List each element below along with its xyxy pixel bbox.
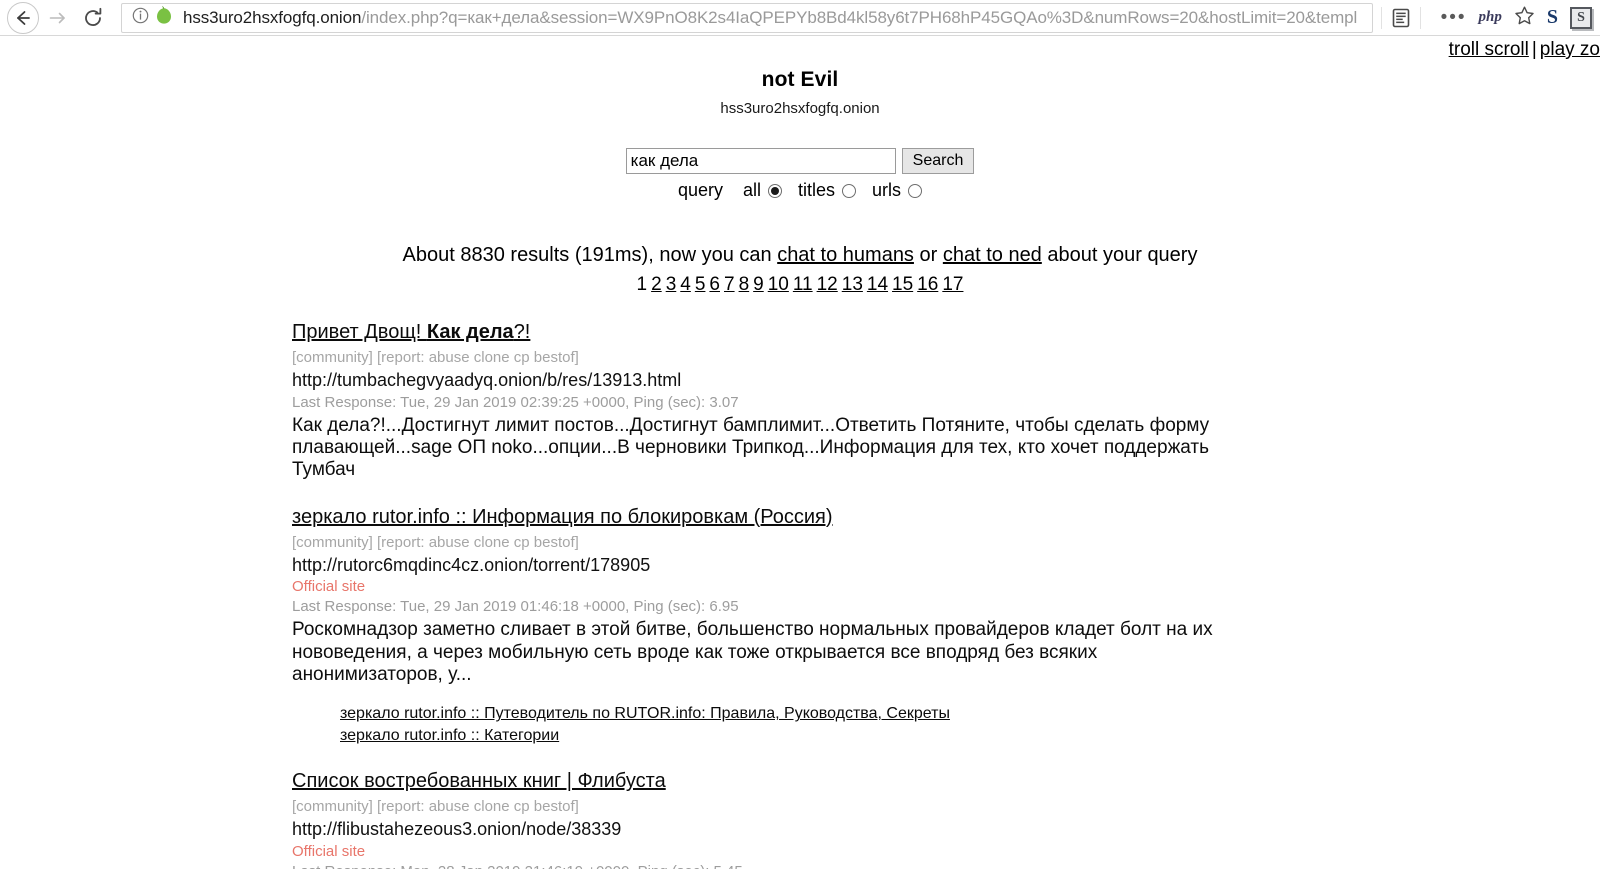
result-sublink[interactable]: зеркало rutor.info :: Путеводитель по RU… (340, 704, 1580, 724)
summary-suffix: about your query (1041, 244, 1198, 266)
star-icon (1515, 6, 1534, 24)
result-meta: Last Response: Tue, 29 Jan 2019 01:46:18… (292, 598, 739, 616)
php-extension-icon[interactable]: php (1479, 9, 1502, 26)
search-button[interactable]: Search (901, 148, 975, 174)
page-title: not Evil (761, 68, 839, 91)
result-item: Список востребованных книг | Флибуста [co… (292, 769, 1580, 869)
page-link-11[interactable]: 11 (793, 274, 813, 295)
reader-view-button[interactable] (1390, 7, 1412, 29)
toolbar-divider (1380, 6, 1382, 29)
url-host: hss3uro2hsxfogfq.onion (183, 7, 362, 27)
page-link-5[interactable]: 5 (695, 274, 706, 295)
top-right-links: troll scroll | play zo (1449, 39, 1600, 61)
search-scope-options: query all titles urls (0, 180, 1600, 201)
results-summary: About 8830 results (191ms), now you can … (0, 244, 1600, 267)
chat-to-humans-link[interactable]: chat to humans (777, 244, 914, 266)
page-link-12[interactable]: 12 (817, 274, 838, 295)
browser-toolbar: hss3uro2hsxfogfq.onion/index.php?q=как+д… (0, 0, 1600, 36)
results-list: Привет Двощ! Как дела?! [community] [repo… (0, 320, 1600, 869)
reload-icon (85, 7, 102, 26)
search-input[interactable] (625, 148, 896, 174)
play-zone-link[interactable]: play zo (1540, 39, 1600, 60)
toolbar-extensions: ••• php S S (1429, 5, 1592, 31)
result-sublink[interactable]: зеркало rutor.info :: Категории (340, 726, 1580, 746)
back-button[interactable] (7, 1, 39, 34)
result-url[interactable]: http://rutorc6mqdinc4cz.onion/torrent/17… (292, 554, 1580, 577)
link-separator: | (1531, 39, 1537, 60)
reload-button[interactable] (75, 0, 111, 36)
reader-view-icon (1392, 8, 1409, 27)
back-arrow-icon (17, 10, 30, 25)
page-link-14[interactable]: 14 (867, 274, 888, 295)
page-link-6[interactable]: 6 (709, 274, 720, 295)
result-title-link[interactable]: Привет Двощ! Как дела?! (292, 320, 530, 345)
result-title-text: Привет Двощ! (292, 321, 427, 343)
site-info-icon[interactable] (132, 7, 149, 29)
result-meta: Last Response: Mon, 28 Jan 2019 21:46:19… (292, 863, 1580, 869)
scope-label-urls: urls (872, 180, 902, 200)
url-text: hss3uro2hsxfogfq.onion/index.php?q=как+д… (183, 8, 1357, 28)
result-sublinks: зеркало rutor.info :: Путеводитель по RU… (292, 704, 1580, 746)
summary-prefix: About 8830 results (191ms), now you can (402, 244, 778, 266)
site-domain: hss3uro2hsxfogfq.onion (720, 100, 880, 117)
result-title-highlight: Как дела (426, 321, 514, 343)
result-title-text: Список востребованных книг | Флибуста (292, 770, 666, 793)
scope-label-titles: titles (798, 180, 836, 200)
page-content: troll scroll | play zo not Evil hss3uro2hs… (0, 36, 1600, 869)
scope-option-all[interactable]: all (743, 180, 782, 201)
scope-label-all: all (742, 180, 761, 200)
result-item: зеркало rutor.info :: Информация по блок… (292, 505, 1580, 747)
onion-icon (155, 5, 173, 30)
forward-button[interactable] (39, 0, 75, 36)
page-link-7[interactable]: 7 (724, 274, 735, 295)
result-official-badge: Official site (292, 842, 366, 860)
address-bar[interactable]: hss3uro2hsxfogfq.onion/index.php?q=как+д… (121, 2, 1373, 33)
result-url[interactable]: http://flibustahezeous3.onion/node/38339 (292, 818, 1580, 841)
page-link-8[interactable]: 8 (739, 274, 750, 295)
result-snippet: Как дела?!...Достигнут лимит постов...До… (292, 414, 1210, 481)
result-tags[interactable]: [community] [report: abuse clone cp best… (292, 798, 1580, 816)
forward-arrow-icon (49, 12, 65, 23)
scope-option-urls[interactable]: urls (872, 180, 923, 201)
query-label: query (677, 180, 723, 200)
search-form: Search (0, 148, 1600, 174)
radio-titles[interactable] (842, 183, 857, 198)
troll-scroll-link[interactable]: troll scroll (1449, 39, 1529, 60)
page-link-13[interactable]: 13 (842, 274, 863, 295)
result-title-text: зеркало rutor.info :: Информация по блок… (292, 505, 833, 528)
page-current: 1 (636, 274, 648, 295)
result-snippet: Роскомнадзор заметно сливает в этой битв… (292, 619, 1213, 686)
result-official-badge: Official site (292, 578, 366, 596)
chat-to-ned-link[interactable]: chat to ned (943, 244, 1042, 266)
result-url[interactable]: http://tumbachegvyaadyq.onion/b/res/1391… (292, 369, 1580, 392)
result-title-text-after: ?! (513, 321, 531, 343)
result-title-link[interactable]: Список востребованных книг | Флибуста (292, 769, 666, 794)
summary-middle: or (913, 244, 943, 266)
page-link-17[interactable]: 17 (942, 274, 963, 295)
page-link-4[interactable]: 4 (680, 274, 691, 295)
result-item: Привет Двощ! Как дела?! [community] [repo… (292, 320, 1580, 482)
extension-sbox-icon[interactable]: S (1570, 6, 1592, 29)
result-title-link[interactable]: зеркало rutor.info :: Информация по блок… (292, 505, 833, 530)
pagination: 1 2 3 4 5 6 7 8 9 10 11 12 13 14 15 16 17 (0, 274, 1600, 296)
page-link-9[interactable]: 9 (753, 274, 764, 295)
url-path: /index.php?q=как+дела&session=WX9PnO8K2s… (361, 7, 1358, 27)
page-link-10[interactable]: 10 (768, 274, 789, 295)
page-link-16[interactable]: 16 (917, 274, 938, 295)
toolbar-divider-2 (1419, 6, 1421, 29)
bookmark-star-button[interactable] (1514, 5, 1535, 31)
page-link-3[interactable]: 3 (666, 274, 677, 295)
page-link-15[interactable]: 15 (892, 274, 913, 295)
result-meta: Last Response: Tue, 29 Jan 2019 02:39:25… (292, 393, 739, 411)
page-actions-menu-icon[interactable]: ••• (1441, 8, 1467, 27)
result-tags[interactable]: [community] [report: abuse clone cp best… (292, 534, 1580, 552)
radio-all[interactable] (768, 183, 782, 198)
page-link-2[interactable]: 2 (651, 274, 662, 295)
radio-urls[interactable] (908, 183, 923, 198)
extension-s-icon[interactable]: S (1547, 6, 1558, 29)
result-tags[interactable]: [community] [report: abuse clone cp best… (292, 349, 1580, 367)
scope-option-titles[interactable]: titles (798, 180, 857, 201)
